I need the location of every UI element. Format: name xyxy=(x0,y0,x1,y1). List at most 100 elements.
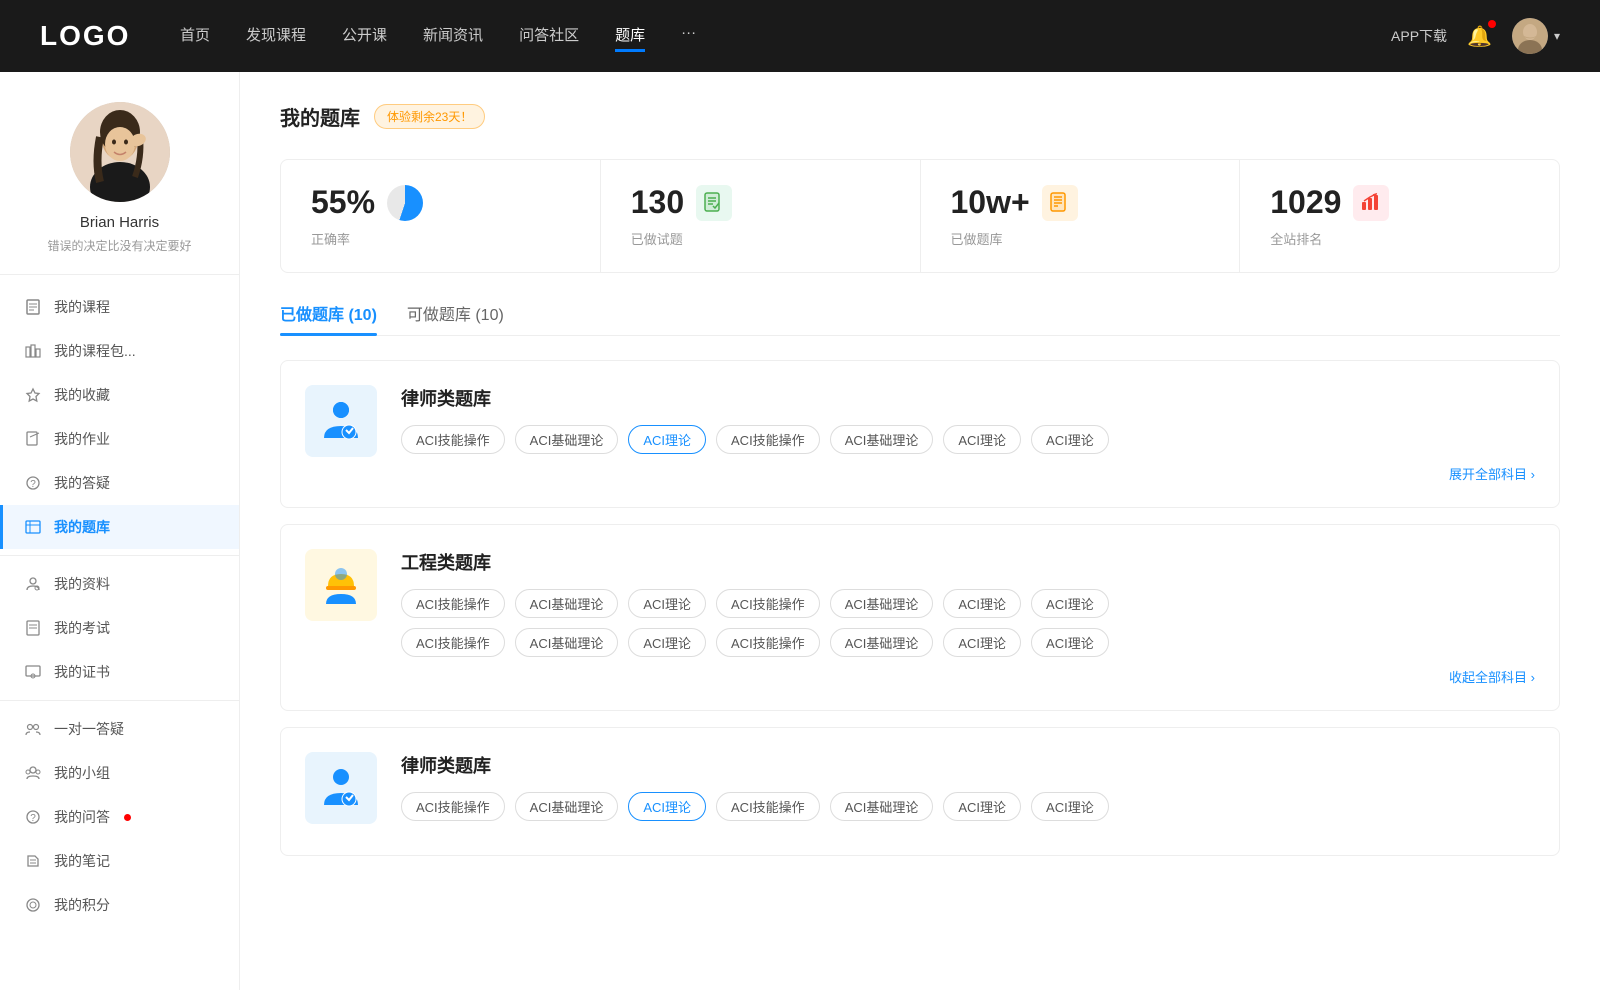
expand-lawyer1-link[interactable]: 展开全部科目 › xyxy=(401,464,1535,483)
tag-eng-1-3[interactable]: ACI技能操作 xyxy=(716,628,820,657)
tab-available[interactable]: 可做题库 (10) xyxy=(407,301,504,335)
tag-lawyer2-2[interactable]: ACI理论 xyxy=(628,792,706,821)
sidebar-divider-2 xyxy=(0,700,239,701)
stat-rank-label: 全站排名 xyxy=(1270,229,1529,248)
tab-done[interactable]: 已做题库 (10) xyxy=(280,301,377,335)
tag-eng-0-4[interactable]: ACI基础理论 xyxy=(830,589,934,618)
sidebar-exam-label: 我的考试 xyxy=(54,618,110,638)
user-avatar-button[interactable]: ▾ xyxy=(1512,18,1560,54)
sidebar-points-label: 我的积分 xyxy=(54,895,110,915)
nav-qa[interactable]: 问答社区 xyxy=(519,20,579,52)
nav-avatar xyxy=(1512,18,1548,54)
sidebar-item-notes[interactable]: 我的笔记 xyxy=(0,839,239,883)
tag-lawyer1-0[interactable]: ACI技能操作 xyxy=(401,425,505,454)
stat-done-value: 130 xyxy=(631,184,684,221)
bell-icon: 🔔 xyxy=(1467,26,1492,48)
tag-lawyer2-4[interactable]: ACI基础理论 xyxy=(830,792,934,821)
nav-opencourse[interactable]: 公开课 xyxy=(342,20,387,52)
sidebar-item-points[interactable]: 我的积分 xyxy=(0,883,239,927)
profile-icon xyxy=(24,575,42,593)
sidebar-courses-label: 我的课程 xyxy=(54,297,110,317)
tag-lawyer2-6[interactable]: ACI理论 xyxy=(1031,792,1109,821)
tag-lawyer2-1[interactable]: ACI基础理论 xyxy=(515,792,619,821)
tag-eng-1-5[interactable]: ACI理论 xyxy=(943,628,1021,657)
bank-content-lawyer-1: 律师类题库 ACI技能操作 ACI基础理论 ACI理论 ACI技能操作 ACI基… xyxy=(401,385,1535,483)
stat-rank-value: 1029 xyxy=(1270,184,1341,221)
lawyer-icon-2 xyxy=(316,763,366,813)
bank-icon-lawyer-1 xyxy=(305,385,377,457)
tag-eng-1-1[interactable]: ACI基础理论 xyxy=(515,628,619,657)
nav-discover[interactable]: 发现课程 xyxy=(246,20,306,52)
course-package-icon xyxy=(24,342,42,360)
tag-eng-0-2[interactable]: ACI理论 xyxy=(628,589,706,618)
qa-badge xyxy=(124,814,131,821)
navbar-right: APP下载 🔔 ▾ xyxy=(1391,18,1560,54)
bank-card-engineer: 工程类题库 ACI技能操作 ACI基础理论 ACI理论 ACI技能操作 ACI基… xyxy=(280,524,1560,711)
sidebar-course-package-label: 我的课程包... xyxy=(54,341,136,361)
tag-eng-0-3[interactable]: ACI技能操作 xyxy=(716,589,820,618)
sidebar-item-courses[interactable]: 我的课程 xyxy=(0,285,239,329)
logo[interactable]: LOGO xyxy=(40,20,140,52)
sidebar-item-cert[interactable]: 我的证书 xyxy=(0,650,239,694)
engineer-icon xyxy=(316,560,366,610)
tag-lawyer1-4[interactable]: ACI基础理论 xyxy=(830,425,934,454)
homework-icon xyxy=(24,430,42,448)
tag-eng-1-6[interactable]: ACI理论 xyxy=(1031,628,1109,657)
tag-lawyer1-3[interactable]: ACI技能操作 xyxy=(716,425,820,454)
tag-lawyer1-2[interactable]: ACI理论 xyxy=(628,425,706,454)
collapse-engineer-link[interactable]: 收起全部科目 › xyxy=(401,667,1535,686)
tag-lawyer1-5[interactable]: ACI理论 xyxy=(943,425,1021,454)
sidebar-item-bank[interactable]: 我的题库 xyxy=(0,505,239,549)
sidebar: Brian Harris 错误的决定比没有决定要好 我的课程 我的课程包... xyxy=(0,72,240,990)
tag-eng-0-0[interactable]: ACI技能操作 xyxy=(401,589,505,618)
stat-done-banks: 10w+ 已做题库 xyxy=(921,160,1241,272)
sidebar-notes-label: 我的笔记 xyxy=(54,851,110,871)
nav-more[interactable]: ··· xyxy=(681,20,696,52)
profile-section: Brian Harris 错误的决定比没有决定要好 xyxy=(0,72,239,275)
profile-name: Brian Harris xyxy=(80,214,159,231)
doc-orange-icon xyxy=(1042,185,1078,221)
nav-bank[interactable]: 题库 xyxy=(615,20,645,52)
nav-menu: 首页 发现课程 公开课 新闻资讯 问答社区 题库 ··· xyxy=(180,20,1351,52)
nav-home[interactable]: 首页 xyxy=(180,20,210,52)
bank-content-lawyer-2: 律师类题库 ACI技能操作 ACI基础理论 ACI理论 ACI技能操作 ACI基… xyxy=(401,752,1535,831)
tag-lawyer1-6[interactable]: ACI理论 xyxy=(1031,425,1109,454)
cert-icon xyxy=(24,663,42,681)
sidebar-item-1on1[interactable]: 一对一答疑 xyxy=(0,707,239,751)
sidebar-item-exam[interactable]: 我的考试 xyxy=(0,606,239,650)
courses-icon xyxy=(24,298,42,316)
sidebar-item-homework[interactable]: 我的作业 xyxy=(0,417,239,461)
profile-avatar xyxy=(70,102,170,202)
sidebar-profile-label: 我的资料 xyxy=(54,574,110,594)
tag-eng-0-1[interactable]: ACI基础理论 xyxy=(515,589,619,618)
bank-title-lawyer-1: 律师类题库 xyxy=(401,385,1535,411)
tag-eng-1-2[interactable]: ACI理论 xyxy=(628,628,706,657)
nav-news[interactable]: 新闻资讯 xyxy=(423,20,483,52)
tag-lawyer2-3[interactable]: ACI技能操作 xyxy=(716,792,820,821)
tag-lawyer2-0[interactable]: ACI技能操作 xyxy=(401,792,505,821)
navbar: LOGO 首页 发现课程 公开课 新闻资讯 问答社区 题库 ··· APP下载 … xyxy=(0,0,1600,72)
sidebar-item-myqa[interactable]: ? 我的问答 xyxy=(0,795,239,839)
sidebar-item-profile[interactable]: 我的资料 xyxy=(0,562,239,606)
bell-button[interactable]: 🔔 xyxy=(1467,24,1492,49)
tag-eng-0-5[interactable]: ACI理论 xyxy=(943,589,1021,618)
sidebar-myqa-label: 我的问答 xyxy=(54,807,110,827)
sidebar-item-course-package[interactable]: 我的课程包... xyxy=(0,329,239,373)
tag-eng-1-0[interactable]: ACI技能操作 xyxy=(401,628,505,657)
sidebar-item-favorites[interactable]: 我的收藏 xyxy=(0,373,239,417)
tag-lawyer1-1[interactable]: ACI基础理论 xyxy=(515,425,619,454)
doc-green-icon xyxy=(696,185,732,221)
app-download-button[interactable]: APP下载 xyxy=(1391,26,1447,46)
sidebar-1on1-label: 一对一答疑 xyxy=(54,719,124,739)
sidebar-item-group[interactable]: 我的小组 xyxy=(0,751,239,795)
bell-badge xyxy=(1488,20,1496,28)
tag-eng-0-6[interactable]: ACI理论 xyxy=(1031,589,1109,618)
stat-done-top: 130 xyxy=(631,184,890,221)
stats-row: 55% 正确率 130 已做试题 10w+ xyxy=(280,159,1560,273)
tag-eng-1-4[interactable]: ACI基础理论 xyxy=(830,628,934,657)
sidebar-item-qa[interactable]: ? 我的答疑 xyxy=(0,461,239,505)
page-header: 我的题库 体验剩余23天！ xyxy=(280,102,1560,131)
tag-lawyer2-5[interactable]: ACI理论 xyxy=(943,792,1021,821)
stat-accuracy-label: 正确率 xyxy=(311,229,570,248)
tags-row-engineer-2: ACI技能操作 ACI基础理论 ACI理论 ACI技能操作 ACI基础理论 AC… xyxy=(401,628,1535,657)
